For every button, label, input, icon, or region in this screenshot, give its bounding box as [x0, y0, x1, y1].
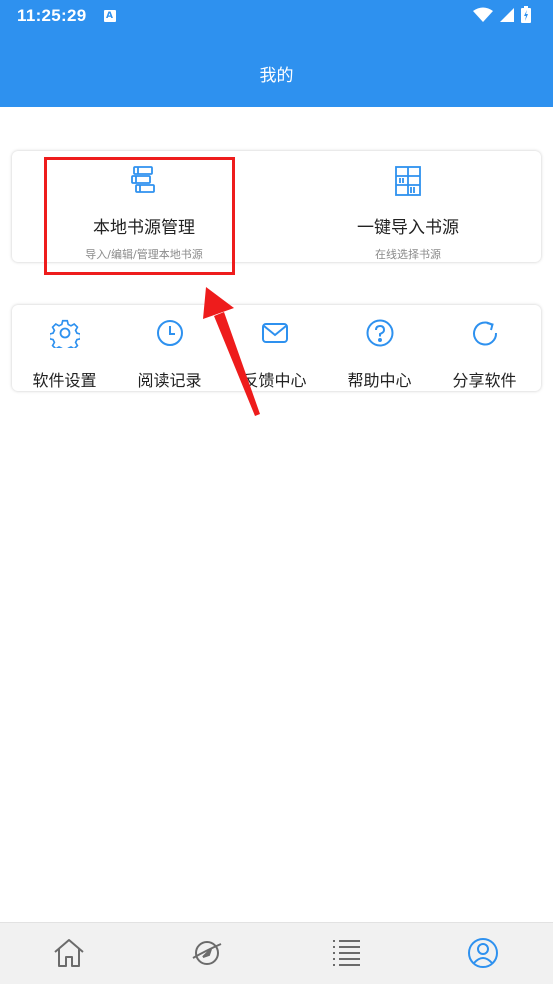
app-header: 我的 — [0, 31, 553, 107]
share-icon — [472, 321, 497, 346]
list-icon — [333, 940, 360, 966]
signal-icon — [500, 7, 514, 22]
highlight-box — [44, 157, 235, 275]
annotation-arrow-icon — [203, 287, 260, 416]
feedback-button[interactable]: 反馈中心 — [222, 305, 327, 391]
page-title: 我的 — [259, 66, 294, 86]
bottom-navigation — [0, 922, 553, 984]
import-source-title: 一键导入书源 — [357, 218, 459, 238]
notification-a-icon: A — [103, 9, 116, 22]
share-button[interactable]: 分享软件 — [432, 305, 537, 391]
status-bar: 11:25:29 A — [0, 0, 553, 31]
status-time: 11:25:29 — [17, 5, 87, 25]
user-icon — [468, 938, 498, 968]
gear-icon — [49, 319, 80, 348]
mail-icon — [261, 323, 288, 343]
share-label: 分享软件 — [452, 371, 517, 390]
help-icon — [366, 319, 393, 347]
bookshelf-icon — [395, 166, 421, 196]
nav-profile[interactable] — [466, 936, 500, 970]
settings-label: 软件设置 — [32, 371, 97, 390]
battery-icon — [521, 6, 531, 23]
settings-button[interactable]: 软件设置 — [12, 305, 117, 391]
import-source-subtitle: 在线选择书源 — [375, 248, 441, 261]
reading-history-label: 阅读记录 — [137, 371, 202, 390]
nav-list[interactable] — [330, 936, 364, 970]
clock-icon — [156, 320, 183, 346]
one-click-import-button[interactable]: 一键导入书源 在线选择书源 — [276, 151, 540, 262]
nav-discover[interactable] — [190, 936, 224, 970]
tools-card: 软件设置 阅读记录 反馈中心 帮助中心 分享软件 — [12, 305, 541, 391]
feedback-label: 反馈中心 — [242, 371, 307, 390]
home-icon — [54, 939, 84, 967]
nav-home[interactable] — [52, 936, 86, 970]
reading-history-button[interactable]: 阅读记录 — [117, 305, 222, 391]
help-label: 帮助中心 — [347, 371, 412, 390]
help-button[interactable]: 帮助中心 — [327, 305, 432, 391]
wifi-icon — [473, 7, 493, 22]
discover-icon — [192, 941, 222, 965]
